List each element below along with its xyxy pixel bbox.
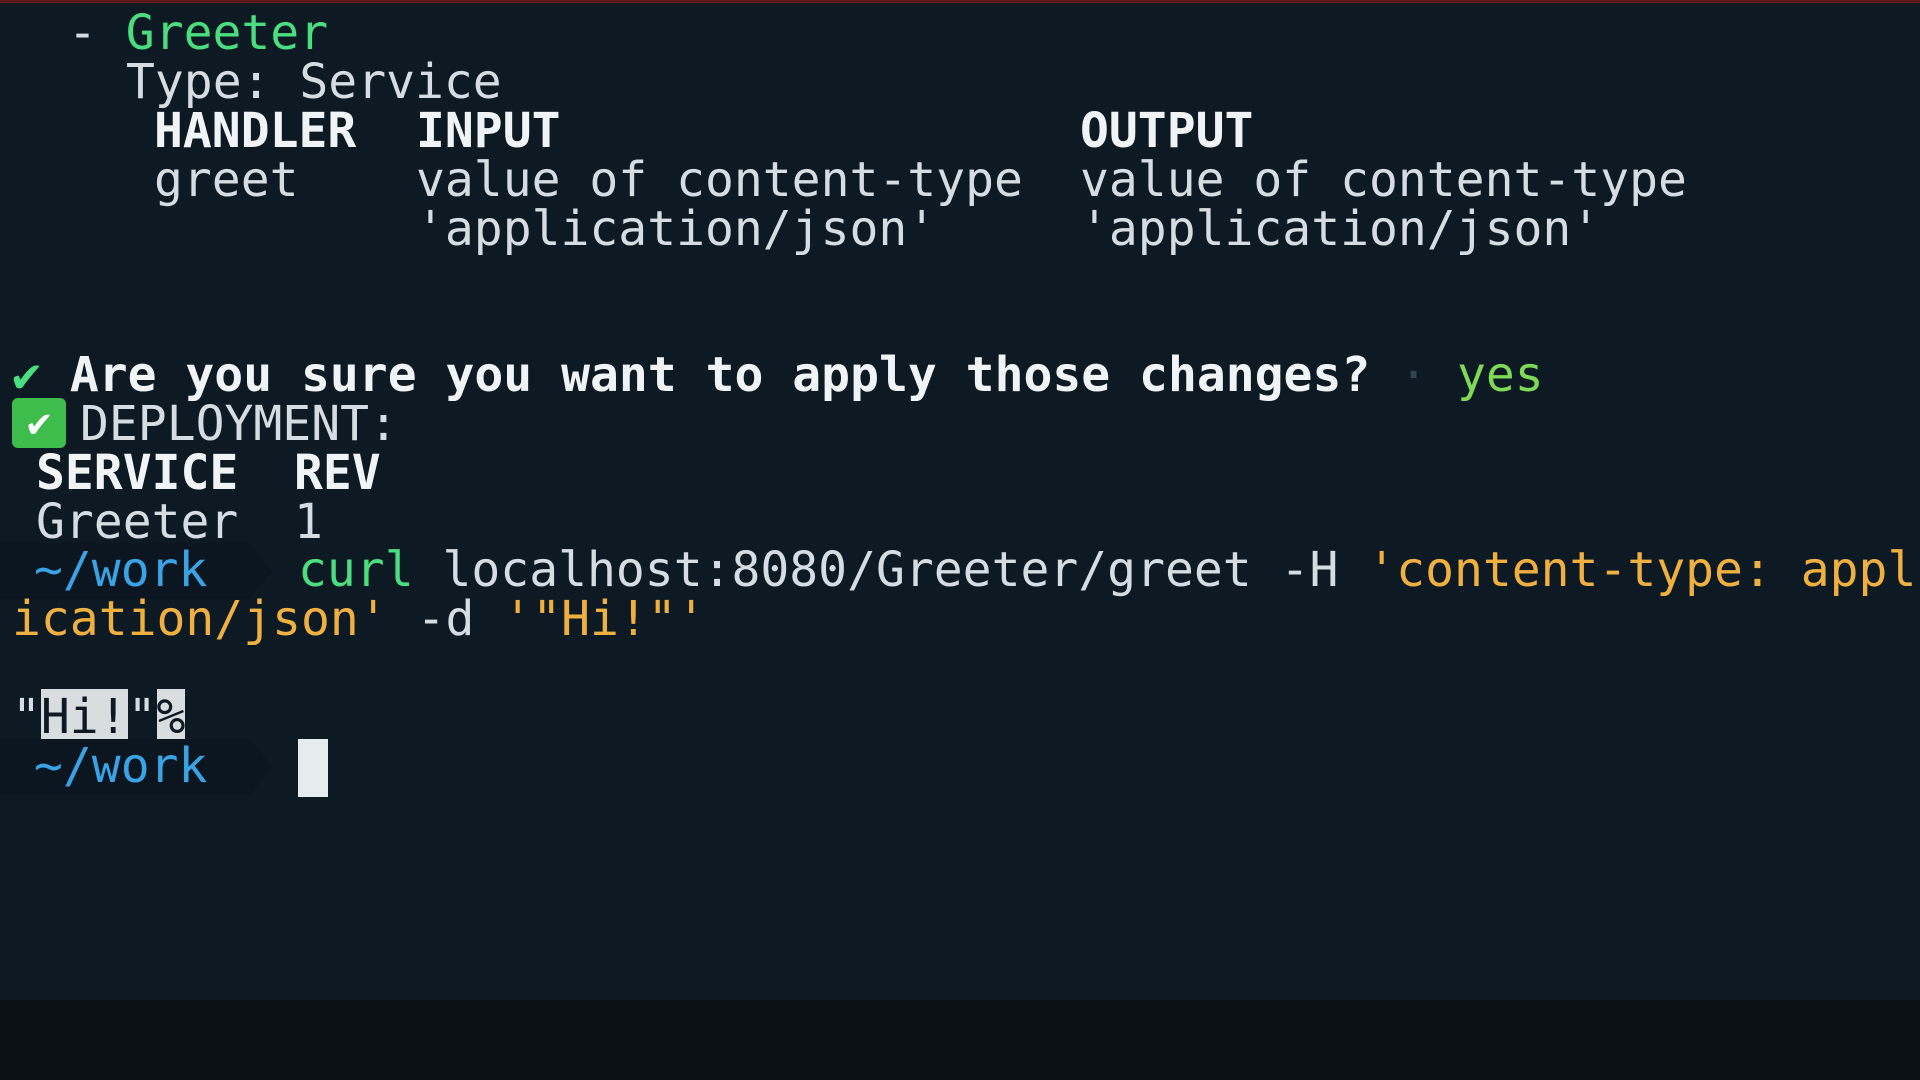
- prompt-segment: ~/work: [0, 541, 272, 599]
- handler-input-mime: 'application/json': [416, 201, 937, 257]
- command-data-flag: -d: [416, 591, 475, 647]
- active-input-line[interactable]: [298, 737, 328, 797]
- handler-table-row-cont: 'application/json' 'application/json': [154, 200, 1854, 260]
- confirm-separator: ·: [1399, 347, 1429, 403]
- command-line-wrap: ication/json' -d '"Hi!"': [12, 590, 706, 650]
- terminal-output: - Greeter Type: Service HANDLER INPUT OU…: [0, 0, 1916, 1000]
- handler-output-mime: 'application/json': [1080, 201, 1601, 257]
- command-data-value: '"Hi!"': [503, 591, 706, 647]
- command-header-part2: ication/json': [12, 591, 388, 647]
- active-prompt-arrow-icon: [250, 739, 272, 795]
- check-mark-button-icon: ✔: [12, 398, 66, 448]
- bottom-band: [0, 1000, 1920, 1080]
- text-cursor[interactable]: [298, 739, 328, 797]
- active-prompt-segment: ~/work: [0, 737, 272, 795]
- active-prompt-cwd: ~/work: [34, 738, 208, 794]
- confirm-answer: yes: [1456, 347, 1544, 403]
- command-header-part1: 'content-type: appl: [1367, 542, 1917, 598]
- service-bullet: -: [68, 5, 126, 61]
- terminal-screen: - Greeter Type: Service HANDLER INPUT OU…: [0, 0, 1920, 1080]
